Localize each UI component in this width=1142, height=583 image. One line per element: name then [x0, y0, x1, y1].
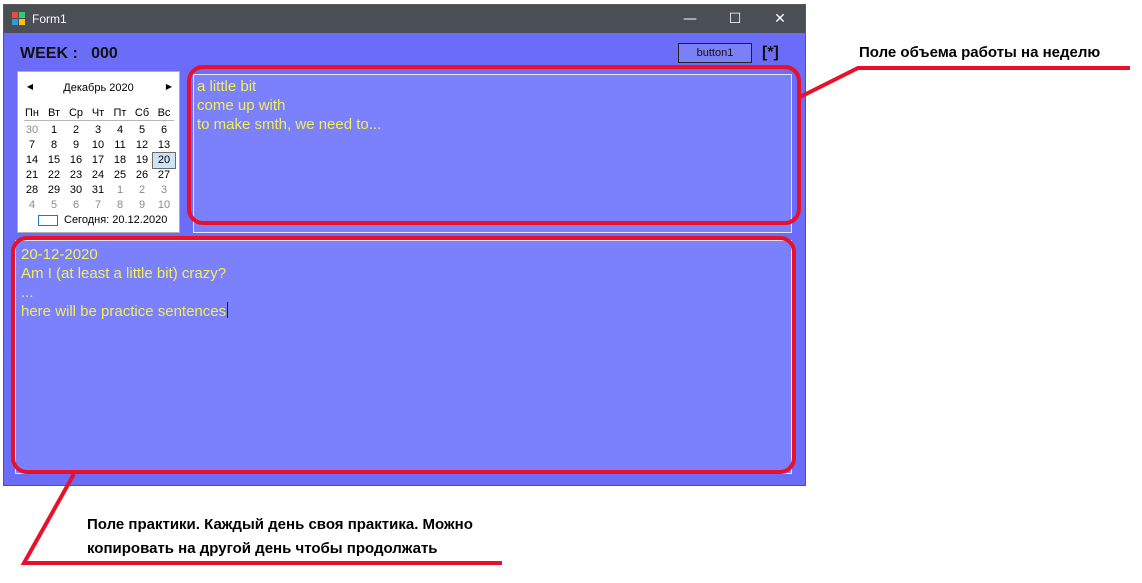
weekly-annotation: Поле объема работы на неделю: [859, 44, 1101, 61]
annotation-overlay: [11, 65, 1130, 565]
weekly-highlight-box: [187, 65, 801, 225]
practice-annotation-line1: Поле практики. Каждый день своя практика…: [87, 516, 473, 533]
weekly-callout-line: [797, 66, 1130, 100]
practice-annotation-line2: копировать на другой день чтобы продолжа…: [87, 540, 438, 557]
practice-highlight-box: [11, 236, 796, 474]
